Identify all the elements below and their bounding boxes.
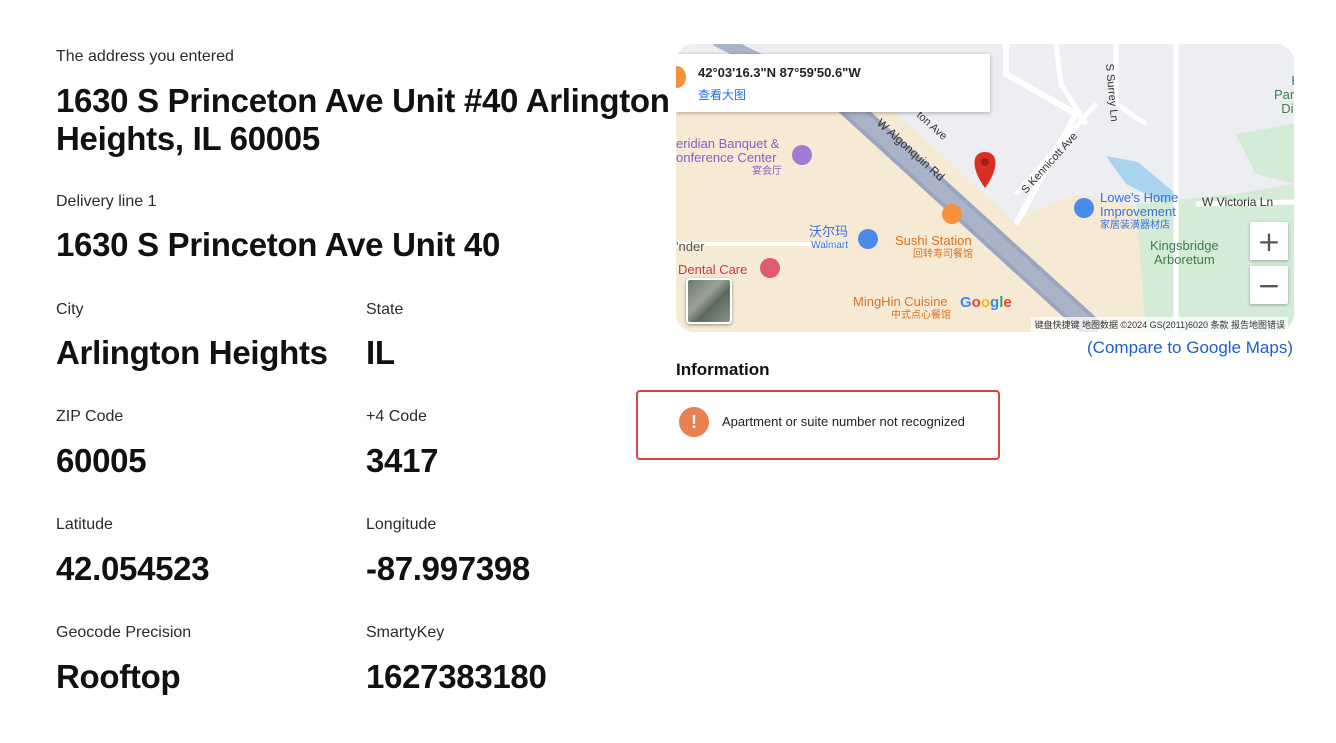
latitude-value: 42.054523	[56, 550, 210, 587]
map-attribution[interactable]: 键盘快捷键 地图数据 ©2024 GS(2011)6020 条款 报告地图错误	[1031, 317, 1288, 332]
address-label: The address you entered	[56, 48, 234, 65]
zoom-out-button[interactable]: −	[1250, 266, 1288, 304]
latitude-label: Latitude	[56, 516, 113, 533]
delivery-line-label: Delivery line 1	[56, 193, 157, 210]
warning-alert: ! Apartment or suite number not recogniz…	[636, 390, 1000, 460]
alert-message: Apartment or suite number not recognized	[722, 414, 965, 429]
poi-walmart[interactable]: 沃尔玛 Walmart	[809, 225, 848, 253]
plus4-label: +4 Code	[366, 408, 427, 425]
poi-park[interactable]: H Park Dia	[1274, 74, 1294, 116]
satellite-toggle-button[interactable]	[686, 278, 732, 324]
street-victoria: W Victoria Ln	[1202, 195, 1274, 209]
entered-address: 1630 S Princeton Ave Unit #40 Arlington …	[56, 82, 670, 157]
poi-nder: 'nder	[676, 239, 705, 254]
restaurant-icon	[676, 66, 686, 88]
poi-kingsbridge[interactable]: Kingsbridge Arboretum	[1150, 239, 1219, 267]
smartykey-label: SmartyKey	[366, 624, 445, 641]
view-larger-map-link[interactable]: 查看大图	[698, 86, 746, 103]
zoom-in-button[interactable]: +	[1250, 222, 1288, 260]
poi-sushi-station[interactable]: Sushi Station 回转寿司餐馆	[895, 234, 973, 262]
city-label: City	[56, 301, 84, 318]
longitude-label: Longitude	[366, 516, 437, 533]
map-widget[interactable]: W Algonquin Rd ton Ave S Kennicott Ave S…	[676, 44, 1294, 332]
state-value: IL	[366, 334, 395, 371]
delivery-line-value: 1630 S Princeton Ave Unit 40	[56, 226, 500, 263]
poi-minghin[interactable]: MingHin Cuisine 中式点心餐馆	[853, 295, 951, 323]
information-heading: Information	[676, 360, 770, 379]
coordinates-text: 42°03'16.3"N 87°59'50.6"W	[698, 65, 861, 80]
zip-label: ZIP Code	[56, 408, 124, 425]
compare-google-maps-link[interactable]: (Compare to Google Maps)	[1087, 338, 1293, 358]
poi-lowes[interactable]: Lowe's Home Improvement 家居装潢器材店	[1100, 191, 1178, 233]
plus4-value: 3417	[366, 442, 439, 479]
poi-banquet[interactable]: eridian Banquet & onference Center 宴会厅	[676, 137, 782, 179]
poi-dental-care[interactable]: Dental Care	[678, 263, 747, 277]
coords-info-card: 42°03'16.3"N 87°59'50.6"W 查看大图	[676, 54, 990, 112]
state-label: State	[366, 301, 404, 318]
precision-label: Geocode Precision	[56, 624, 192, 641]
smartykey-value: 1627383180	[366, 658, 547, 695]
google-logo: Google	[960, 294, 1012, 311]
zip-value: 60005	[56, 442, 147, 479]
warning-icon: !	[679, 407, 709, 437]
precision-value: Rooftop	[56, 658, 181, 695]
city-value: Arlington Heights	[56, 334, 328, 371]
longitude-value: -87.997398	[366, 550, 530, 587]
